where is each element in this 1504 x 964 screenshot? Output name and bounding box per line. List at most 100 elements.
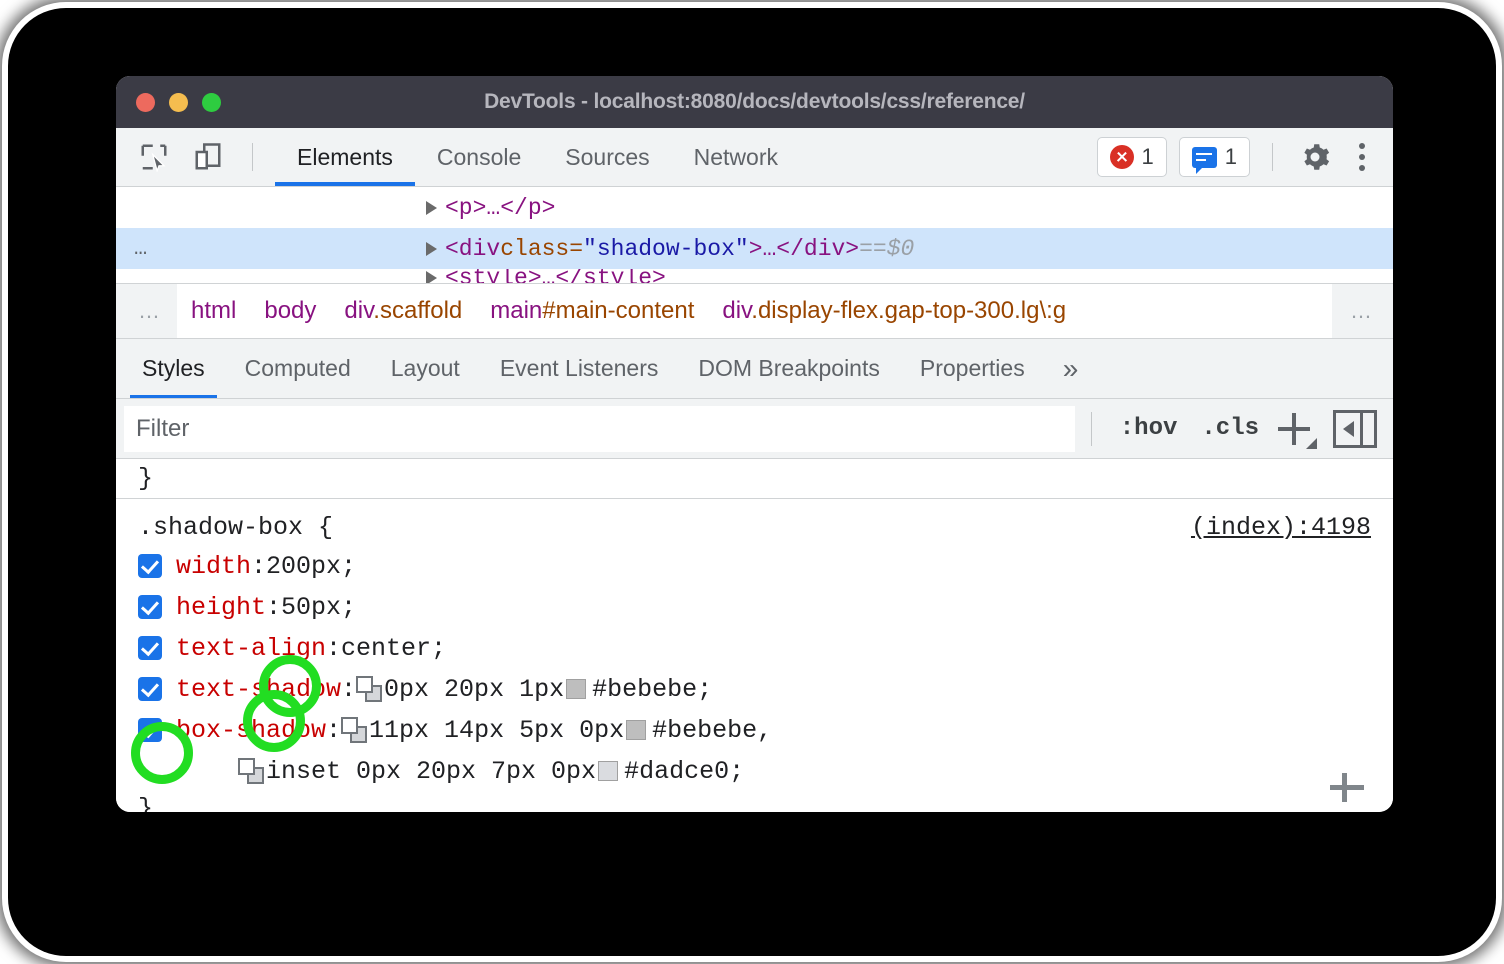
- declaration-value[interactable]: 50px;: [281, 593, 356, 622]
- expand-triangle-icon-3[interactable]: [426, 271, 437, 283]
- tab-dom-breakpoints-label: DOM Breakpoints: [698, 355, 880, 382]
- breadcrumb-overflow-left[interactable]: …: [116, 284, 177, 338]
- css-declaration-width[interactable]: width : 200px;: [116, 549, 1393, 583]
- breadcrumb-el: html: [191, 297, 236, 324]
- color-swatch[interactable]: [626, 720, 646, 740]
- dom-attr-name: class: [500, 236, 569, 262]
- declaration-checkbox[interactable]: [138, 718, 162, 742]
- breadcrumb-el: main: [490, 297, 542, 324]
- tab-elements[interactable]: Elements: [275, 128, 415, 186]
- breadcrumb-el: div: [344, 297, 373, 324]
- devtools-toolbar: Elements Console Sources Network 1 1: [116, 128, 1393, 187]
- declaration-value[interactable]: inset 0px 20px 7px 0px: [266, 757, 596, 786]
- toolbar-icon-group: [116, 128, 275, 186]
- inspect-element-icon[interactable]: [134, 137, 174, 177]
- shadow-editor-icon[interactable]: [341, 717, 367, 743]
- dom-row-partial-text: <style>…</style>: [445, 269, 666, 283]
- tab-styles[interactable]: Styles: [122, 339, 225, 398]
- declaration-value[interactable]: center;: [341, 634, 446, 663]
- breadcrumb-item-body[interactable]: body: [250, 297, 330, 325]
- declaration-property[interactable]: width: [176, 552, 251, 581]
- css-declaration-height[interactable]: height : 50px;: [116, 590, 1393, 624]
- tab-properties[interactable]: Properties: [900, 339, 1045, 398]
- tab-dom-breakpoints[interactable]: DOM Breakpoints: [678, 339, 900, 398]
- declaration-color-text[interactable]: #bebebe;: [592, 675, 712, 704]
- declaration-value[interactable]: 200px;: [266, 552, 356, 581]
- minimize-window-button[interactable]: [169, 93, 188, 112]
- breadcrumb-item-main-content[interactable]: main#main-content: [476, 297, 708, 325]
- dom-row-partial[interactable]: <style>…</style>: [116, 269, 1393, 283]
- tab-sources-label: Sources: [565, 144, 649, 171]
- css-rule-origin-link[interactable]: (index):4198: [1191, 513, 1371, 542]
- tab-computed-label: Computed: [245, 355, 351, 382]
- add-property-icon[interactable]: [1327, 767, 1367, 807]
- declaration-property[interactable]: text-align: [176, 634, 326, 663]
- dom-row-p[interactable]: <p>…</p>: [116, 187, 1393, 228]
- declaration-property[interactable]: height: [176, 593, 266, 622]
- css-rule-header: .shadow-box { (index):4198: [116, 513, 1393, 542]
- declaration-value[interactable]: 0px 20px 1px: [384, 675, 564, 704]
- declaration-checkbox[interactable]: [138, 636, 162, 660]
- breadcrumb-item-div-display-flex[interactable]: div.display-flex.gap-top-300.lg\:g: [708, 297, 1080, 325]
- dom-row-ellipsis[interactable]: …: [134, 236, 149, 261]
- search-input[interactable]: [124, 406, 1075, 452]
- cls-toggle-button[interactable]: .cls: [1189, 415, 1271, 442]
- shadow-editor-icon[interactable]: [356, 676, 382, 702]
- shadow-editor-icon[interactable]: [238, 758, 264, 784]
- tab-event-listeners-label: Event Listeners: [500, 355, 659, 382]
- declaration-checkbox[interactable]: [138, 595, 162, 619]
- declaration-colon: :: [251, 552, 266, 581]
- sidebar-tabs-overflow-icon[interactable]: »: [1045, 339, 1097, 398]
- tab-network[interactable]: Network: [672, 128, 800, 186]
- message-count-badge[interactable]: 1: [1179, 137, 1250, 177]
- declaration-property[interactable]: box-shadow: [176, 716, 326, 745]
- tab-sources[interactable]: Sources: [543, 128, 671, 186]
- dom-tag-close: </div>: [776, 236, 859, 262]
- expand-triangle-icon[interactable]: [426, 201, 437, 215]
- screenshot-root: DevTools - localhost:8080/docs/devtools/…: [0, 0, 1504, 964]
- declaration-value[interactable]: 11px 14px 5px 0px: [369, 716, 624, 745]
- declaration-checkbox[interactable]: [138, 677, 162, 701]
- breadcrumb-el: body: [264, 297, 316, 324]
- tab-console[interactable]: Console: [415, 128, 543, 186]
- tab-computed[interactable]: Computed: [225, 339, 371, 398]
- tab-layout[interactable]: Layout: [371, 339, 480, 398]
- previous-rule-closing-brace: }: [116, 459, 1393, 499]
- breadcrumb-el: div: [722, 297, 751, 324]
- css-declaration-text-align[interactable]: text-align : center;: [116, 631, 1393, 665]
- declaration-checkbox[interactable]: [138, 554, 162, 578]
- declaration-color-text[interactable]: #bebebe,: [652, 716, 772, 745]
- add-new-rule-icon[interactable]: [1271, 407, 1317, 451]
- message-count: 1: [1225, 144, 1237, 170]
- close-window-button[interactable]: [136, 93, 155, 112]
- tab-styles-label: Styles: [142, 355, 205, 382]
- dom-tag-open: <div: [445, 236, 500, 262]
- toolbar-divider: [252, 143, 253, 171]
- color-swatch[interactable]: [566, 679, 586, 699]
- declaration-color-text[interactable]: #dadce0;: [624, 757, 744, 786]
- tab-event-listeners[interactable]: Event Listeners: [480, 339, 679, 398]
- dom-row-p-text: <p>…</p>: [445, 195, 555, 221]
- css-selector[interactable]: .shadow-box {: [138, 513, 333, 542]
- breadcrumb-overflow-right[interactable]: …: [1332, 284, 1393, 338]
- traffic-lights: [116, 93, 221, 112]
- toggle-sidebar-icon[interactable]: [1333, 410, 1377, 448]
- breadcrumb-item-div-scaffold[interactable]: div.scaffold: [330, 297, 476, 325]
- dom-row-shadow-box[interactable]: … <div class = "shadow-box" >… </div> ==…: [116, 228, 1393, 269]
- css-declaration-box-shadow-second-layer[interactable]: inset 0px 20px 7px 0px #dadce0;: [116, 754, 1393, 788]
- expand-triangle-icon-2[interactable]: [426, 242, 437, 256]
- hov-toggle-button[interactable]: :hov: [1108, 415, 1190, 442]
- device-toolbar-icon[interactable]: [188, 137, 228, 177]
- message-icon: [1192, 147, 1217, 168]
- css-declaration-text-shadow[interactable]: text-shadow : 0px 20px 1px #bebebe;: [116, 672, 1393, 706]
- declaration-property[interactable]: text-shadow: [176, 675, 341, 704]
- kebab-menu-icon[interactable]: [1347, 143, 1377, 171]
- dom-attr-value: "shadow-box": [583, 236, 749, 262]
- gear-icon[interactable]: [1295, 137, 1335, 177]
- declaration-colon: :: [326, 634, 341, 663]
- breadcrumb-item-html[interactable]: html: [177, 297, 250, 325]
- error-count-badge[interactable]: 1: [1097, 137, 1167, 177]
- color-swatch[interactable]: [598, 761, 618, 781]
- css-declaration-box-shadow[interactable]: box-shadow : 11px 14px 5px 0px #bebebe,: [116, 713, 1393, 747]
- zoom-window-button[interactable]: [202, 93, 221, 112]
